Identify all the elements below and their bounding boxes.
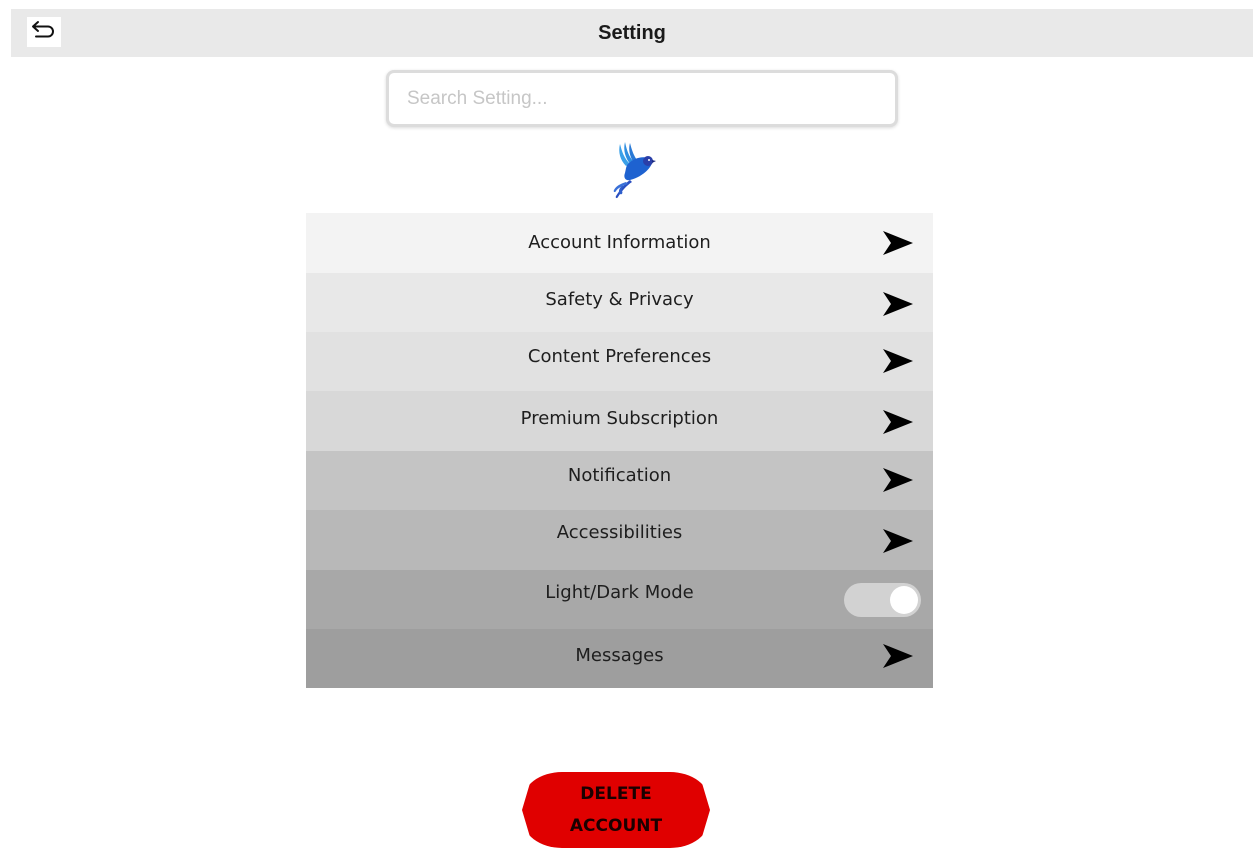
header-bar: Setting	[11, 9, 1253, 57]
menu-item-label: Messages	[575, 645, 664, 666]
menu-item-account-information[interactable]: Account Information	[306, 213, 933, 273]
menu-item-label: Premium Subscription	[520, 408, 719, 429]
menu-item-label: Content Preferences	[527, 346, 712, 367]
search-input[interactable]	[389, 73, 895, 124]
bird-logo-icon	[606, 140, 656, 202]
chevron-right-icon	[883, 529, 913, 553]
menu-item-accessibilities[interactable]: Accessibilities	[306, 510, 933, 570]
menu-item-label: Accessibilities	[556, 522, 683, 543]
chevron-right-icon	[883, 644, 913, 668]
delete-account-button[interactable]: DELETE ACCOUNT	[522, 772, 710, 848]
toggle-knob	[890, 586, 918, 614]
settings-menu: Account Information Safety & Privacy Con…	[306, 213, 933, 688]
chevron-right-icon	[883, 410, 913, 434]
menu-item-label: Light/Dark Mode	[545, 582, 694, 603]
dark-mode-toggle[interactable]	[844, 583, 921, 617]
delete-button-label-line1: DELETE	[580, 784, 652, 804]
menu-item-notification[interactable]: Notification	[306, 451, 933, 510]
delete-button-label-line2: ACCOUNT	[569, 816, 663, 836]
menu-item-label: Account Information	[528, 232, 711, 253]
menu-item-messages[interactable]: Messages	[306, 629, 933, 688]
menu-item-light-dark-mode: Light/Dark Mode	[306, 570, 933, 629]
chevron-right-icon	[883, 468, 913, 492]
chevron-right-icon	[883, 349, 913, 373]
chevron-right-icon	[883, 231, 913, 255]
menu-item-label: Notification	[567, 465, 672, 486]
menu-item-premium-subscription[interactable]: Premium Subscription	[306, 391, 933, 451]
menu-item-safety-privacy[interactable]: Safety & Privacy	[306, 273, 933, 332]
page-title: Setting	[598, 22, 666, 44]
search-box[interactable]	[386, 70, 898, 127]
menu-item-label: Safety & Privacy	[545, 289, 694, 310]
menu-item-content-preferences[interactable]: Content Preferences	[306, 332, 933, 391]
chevron-right-icon	[883, 292, 913, 316]
